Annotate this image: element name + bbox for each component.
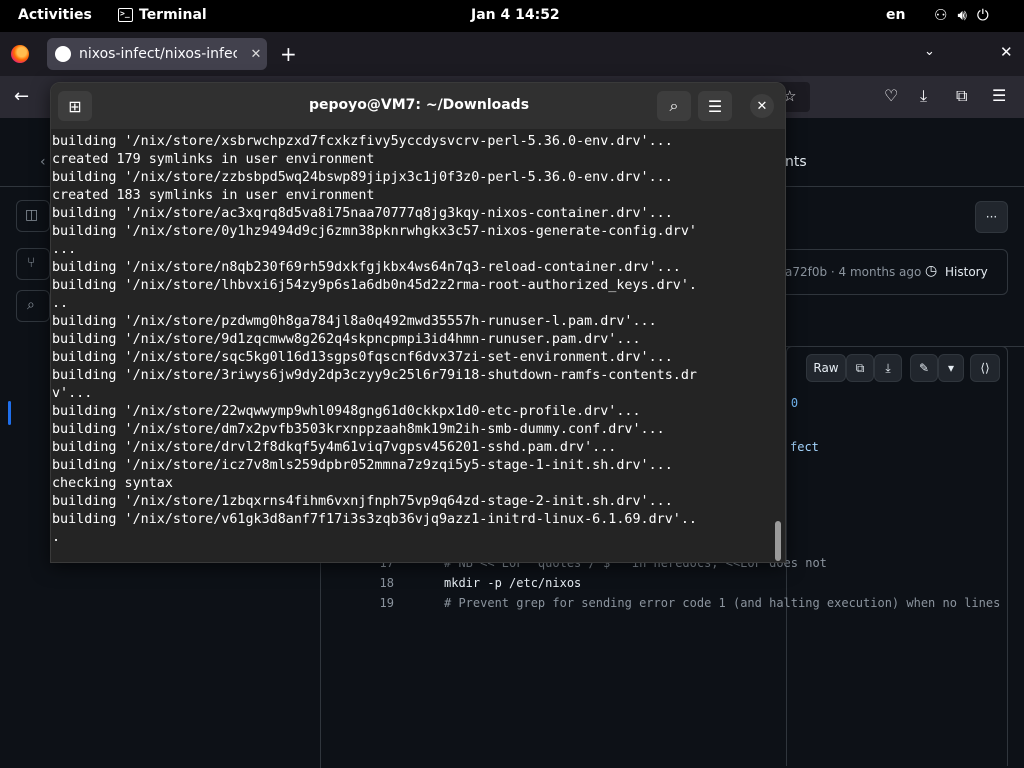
terminal-line: checking syntax bbox=[52, 476, 173, 491]
download-raw-button[interactable]: ⤓ bbox=[874, 354, 902, 382]
terminal-line: building '/nix/store/zzbsbpd5wq24bswp89j… bbox=[52, 170, 673, 185]
firefox-icon[interactable] bbox=[11, 45, 29, 63]
terminal-line: building '/nix/store/n8qb230f69rh59dxkfg… bbox=[52, 260, 681, 275]
close-icon: ✕ bbox=[756, 98, 768, 114]
terminal-line: . bbox=[52, 530, 61, 545]
history-link[interactable]: History bbox=[945, 265, 988, 279]
clock[interactable]: Jan 4 14:52 bbox=[471, 7, 560, 23]
input-language-indicator[interactable]: en bbox=[886, 7, 905, 23]
tab-title: nixos-infect/nixos-infect bbox=[79, 46, 237, 62]
terminal-line: building '/nix/store/dm7x2pvfb3503krxnpp… bbox=[52, 422, 665, 437]
hamburger-menu-icon: ☰ bbox=[707, 96, 723, 116]
terminal-line: building '/nix/store/v61gk3d8anf7f17i3s3… bbox=[52, 512, 697, 527]
app-menu-label: Terminal bbox=[139, 7, 207, 23]
symbols-button[interactable]: ⟨⟩ bbox=[970, 354, 1000, 382]
copy-raw-button[interactable]: ⧉ bbox=[846, 354, 874, 382]
sidebar-toggle-button[interactable]: ◫ bbox=[16, 200, 50, 232]
code-icon: ⟨⟩ bbox=[980, 361, 990, 375]
pocket-icon[interactable]: ♡ bbox=[884, 86, 898, 105]
active-file-indicator bbox=[8, 401, 11, 425]
file-search-button[interactable]: ⌕ bbox=[16, 290, 50, 322]
copy-icon: ⧉ bbox=[855, 360, 865, 375]
code-line: 19 # Prevent grep for sending error code … bbox=[338, 596, 1008, 616]
accessibility-icon: ⚇ bbox=[934, 6, 948, 24]
list-all-tabs-button[interactable]: ⌄ bbox=[924, 44, 935, 59]
activities-button[interactable]: Activities bbox=[18, 7, 92, 23]
terminal-menu-button[interactable]: ☰ bbox=[698, 91, 732, 121]
sidebar-icon: ◫ bbox=[25, 207, 39, 223]
back-button[interactable]: ← bbox=[14, 86, 29, 107]
new-tab-button[interactable]: + bbox=[280, 42, 297, 66]
window-close-button[interactable]: ✕ bbox=[1000, 43, 1013, 61]
partial-tab-label[interactable]: nts bbox=[785, 154, 807, 170]
terminal-line: created 183 symlinks in user environment bbox=[52, 188, 375, 203]
terminal-icon: >_ bbox=[118, 8, 133, 22]
system-tray[interactable]: ⚇ 🔊︎ ⏻ bbox=[934, 6, 989, 24]
terminal-line: building '/nix/store/lhbvxi6j54zy9p6s1a6… bbox=[52, 278, 697, 293]
terminal-line: building '/nix/store/pzdwmg0h8ga784jl8a0… bbox=[52, 314, 657, 329]
terminal-line: v'... bbox=[52, 386, 93, 401]
terminal-line: building '/nix/store/ac3xqrq8d5va8i75naa… bbox=[52, 206, 673, 221]
app-menu[interactable]: >_ Terminal bbox=[118, 7, 207, 23]
chevron-down-icon: ▾ bbox=[947, 361, 955, 375]
history-icon: ◷ bbox=[925, 263, 938, 279]
raw-button[interactable]: Raw bbox=[806, 354, 846, 382]
kebab-icon: ··· bbox=[985, 210, 998, 224]
search-icon: ⌕ bbox=[27, 297, 35, 313]
code-line: 18 mkdir -p /etc/nixos bbox=[338, 576, 1008, 596]
terminal-line: building '/nix/store/0y1hz9494d9cj6zmn38… bbox=[52, 224, 697, 239]
chevron-left-icon[interactable]: ‹ bbox=[40, 154, 46, 170]
terminal-line: ... bbox=[52, 242, 77, 257]
terminal-line: building '/nix/store/3riwys6jw9dy2dp3czy… bbox=[52, 368, 697, 383]
power-icon: ⏻ bbox=[976, 6, 989, 24]
more-options-button[interactable]: ··· bbox=[975, 201, 1008, 233]
terminal-line: created 179 symlinks in user environment bbox=[52, 152, 375, 167]
line-number[interactable]: 18 bbox=[338, 576, 394, 590]
pencil-icon: ✎ bbox=[918, 361, 930, 375]
terminal-line: building '/nix/store/9d1zqcmww8g262q4skp… bbox=[52, 332, 641, 347]
edit-dropdown-button[interactable]: ▾ bbox=[938, 354, 964, 382]
commit-info-bar: a72f0b · 4 months ago ◷ History bbox=[760, 249, 1008, 295]
gnome-top-bar: Activities >_ Terminal Jan 4 14:52 en ⚇ … bbox=[0, 0, 1024, 32]
downloads-icon[interactable]: ⤓ bbox=[920, 86, 927, 106]
terminal-line: building '/nix/store/xsbrwchpzxd7fcxkzfi… bbox=[52, 134, 673, 149]
terminal-line: .. bbox=[52, 296, 69, 311]
terminal-line: building '/nix/store/22wqwwymp9whl0948gn… bbox=[52, 404, 641, 419]
search-icon: ⌕ bbox=[669, 96, 679, 115]
volume-icon: 🔊︎ bbox=[957, 6, 967, 24]
terminal-search-button[interactable]: ⌕ bbox=[657, 91, 691, 121]
extensions-icon[interactable]: ⧉ bbox=[956, 86, 967, 106]
line-number[interactable]: 19 bbox=[338, 596, 394, 610]
branch-button[interactable]: ⑂ bbox=[16, 248, 50, 280]
browser-tab-bar: nixos-infect/nixos-infect ✕ + ⌄ ✕ bbox=[0, 32, 1024, 76]
tab-close-icon[interactable]: ✕ bbox=[245, 47, 267, 62]
terminal-output[interactable]: building '/nix/store/xsbrwchpzxd7fcxkzfi… bbox=[52, 133, 774, 547]
terminal-line: building '/nix/store/icz7v8mls259dpbr052… bbox=[52, 458, 673, 473]
terminal-header-bar[interactable]: ⊞ pepoyo@VM7: ~/Downloads ⌕ ☰ ✕ bbox=[51, 83, 785, 129]
code-text: # Prevent grep for sending error code 1 … bbox=[444, 596, 1001, 610]
terminal-line: building '/nix/store/drvl2f8dkqf5y4m61vi… bbox=[52, 440, 617, 455]
edit-file-button[interactable]: ✎ bbox=[910, 354, 938, 382]
terminal-scrollbar[interactable] bbox=[775, 521, 781, 561]
code-text: mkdir -p /etc/nixos bbox=[444, 576, 582, 590]
download-icon: ⤓ bbox=[885, 360, 891, 375]
terminal-window[interactable]: ⊞ pepoyo@VM7: ~/Downloads ⌕ ☰ ✕ building… bbox=[50, 82, 786, 563]
commit-info[interactable]: a72f0b · 4 months ago bbox=[785, 265, 921, 279]
github-icon bbox=[55, 46, 71, 62]
terminal-close-button[interactable]: ✕ bbox=[750, 94, 774, 118]
branch-icon: ⑂ bbox=[27, 255, 36, 271]
terminal-line: building '/nix/store/sqc5kg0l16d13sgps0f… bbox=[52, 350, 673, 365]
terminal-line: building '/nix/store/1zbqxrns4fihm6vxnjf… bbox=[52, 494, 673, 509]
hamburger-menu-icon[interactable]: ☰ bbox=[992, 86, 1006, 105]
browser-tab[interactable]: nixos-infect/nixos-infect ✕ bbox=[47, 38, 267, 70]
